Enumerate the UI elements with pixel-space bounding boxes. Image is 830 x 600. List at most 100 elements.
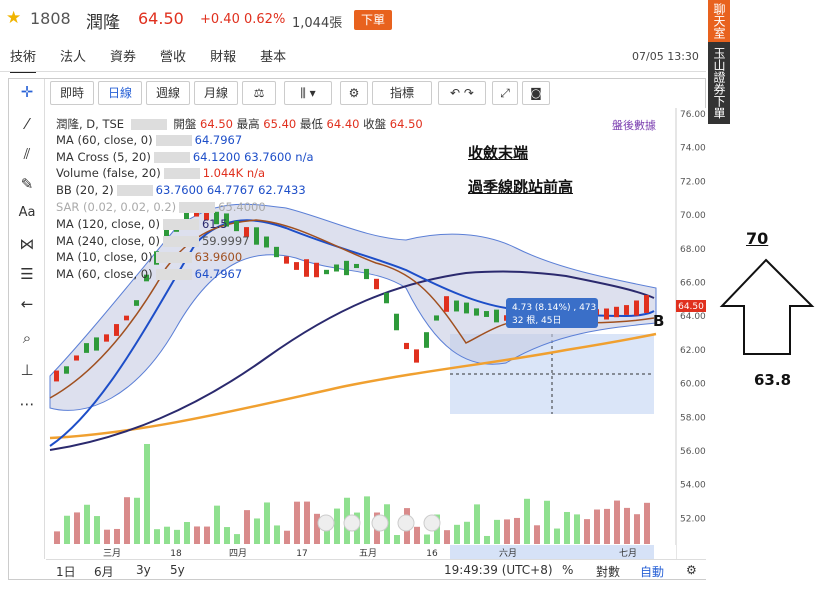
volume-bar — [304, 501, 310, 544]
candlestick — [64, 366, 69, 374]
range-1d-button[interactable]: 1日 — [56, 563, 76, 580]
volume-bar — [184, 521, 190, 544]
price-axis-label: 64.00 — [680, 312, 706, 322]
crosshair-icon[interactable]: ✛ — [15, 83, 39, 105]
volume-bar — [74, 512, 80, 544]
interval-monthly-button[interactable]: 月線 — [194, 81, 238, 105]
volume-bar — [224, 527, 230, 544]
candlestick — [364, 268, 369, 280]
range-3y-button[interactable]: 3y — [136, 563, 151, 577]
price-axis-label: 70.00 — [680, 211, 706, 221]
legend-macross-label: MA Cross (5, 20) — [56, 150, 151, 164]
tab-basic[interactable]: 基本 — [260, 46, 286, 73]
quote-datetime: 07/05 13:30 — [632, 50, 699, 63]
legend-bb: BB (20, 2) 63.7600 64.7767 62.7433 — [56, 183, 306, 197]
chart-type-dropdown[interactable]: ⫼ ▾ — [284, 81, 332, 105]
more-icon[interactable]: ⋯ — [15, 395, 39, 417]
volume-bar — [234, 534, 240, 544]
volume-bar — [534, 525, 540, 544]
volume-bar — [464, 521, 470, 544]
price-axis-label: 76.00 — [680, 110, 706, 120]
candlestick — [54, 370, 59, 382]
volume-bar — [264, 502, 270, 544]
indicators-button[interactable]: 指標 — [372, 81, 432, 105]
settings-gear-icon[interactable]: ⚙ — [340, 81, 368, 105]
fullscreen-icon[interactable]: ⤢ — [492, 81, 518, 105]
legend-sar-controls[interactable] — [179, 202, 216, 213]
price-axis-label: 68.00 — [680, 245, 706, 255]
range-6m-button[interactable]: 6月 — [94, 563, 114, 580]
chart-bottom-bar: 1日 6月 3y 5y 19:49:39 (UTC+8) % 對數 自動 ⚙ — [46, 559, 706, 579]
broker-order-tab[interactable]: 玉山證券下單 — [708, 42, 730, 124]
stock-code: 1808 — [30, 9, 71, 28]
pitchfork-icon[interactable]: ⫽ — [15, 145, 39, 167]
price-axis-label: 60.00 — [680, 380, 706, 390]
candlestick — [474, 308, 479, 316]
candlestick — [614, 306, 619, 318]
interval-weekly-button[interactable]: 週線 — [146, 81, 190, 105]
auto-toggle[interactable]: 自動 — [640, 563, 664, 580]
undo-redo-icon[interactable]: ↶ ↷ — [438, 81, 486, 105]
brush-icon[interactable]: ✎ — [15, 175, 39, 197]
legend-ma240-controls[interactable] — [162, 236, 199, 247]
scroll-left-icon[interactable] — [397, 514, 415, 532]
arrow-base-value: 63.8 — [754, 371, 792, 389]
tab-financials[interactable]: 財報 — [210, 46, 236, 73]
legend-ma10-controls[interactable] — [155, 252, 192, 263]
legend-volume-value: 1.044K n/a — [202, 166, 266, 180]
order-button[interactable]: 下單 — [354, 10, 392, 30]
reset-icon[interactable] — [371, 514, 389, 532]
text-tool-icon[interactable]: Aa — [15, 205, 39, 227]
zoom-icon[interactable]: ⌕ — [15, 329, 39, 351]
zoom-out-icon[interactable] — [317, 514, 335, 532]
trendline-icon[interactable]: ⁄ — [15, 115, 39, 137]
chart-toolbar: 即時 日線 週線 月線 ⚖ ⫼ ▾ ⚙ 指標 ↶ ↷ ⤢ ◙ — [46, 79, 706, 107]
low-value: 64.40 — [326, 117, 360, 131]
candlestick — [404, 342, 409, 350]
annotation-mark-b: B — [653, 312, 665, 330]
candlestick — [74, 355, 79, 361]
legend-volume-label: Volume (false, 20) — [56, 166, 161, 180]
volume-bar — [424, 534, 430, 544]
favorite-star-icon[interactable]: ★ — [6, 8, 21, 28]
indicators-label: 指標 — [389, 86, 414, 100]
legend-bb-controls[interactable] — [116, 185, 153, 196]
axis-settings-gear-icon[interactable]: ⚙ — [686, 563, 697, 577]
time-axis-label: 五月 — [359, 548, 377, 559]
candlestick — [284, 256, 289, 264]
legend-macross-controls[interactable] — [153, 152, 190, 163]
after-hours-label[interactable]: 盤後數據 — [612, 117, 656, 133]
range-5y-button[interactable]: 5y — [170, 563, 185, 577]
legend-volume-controls[interactable] — [163, 168, 200, 179]
tab-institutional[interactable]: 法人 — [60, 46, 86, 73]
pattern-icon[interactable]: ⋈ — [15, 235, 39, 257]
fibonacci-icon[interactable]: ☰ — [15, 265, 39, 287]
interval-daily-button[interactable]: 日線 — [98, 81, 142, 105]
chat-room-tab[interactable]: 聊天室 — [708, 0, 730, 42]
scroll-right-icon[interactable] — [423, 514, 441, 532]
log-toggle[interactable]: 對數 — [596, 563, 620, 580]
volume-bar — [634, 514, 640, 544]
annotation-converge: 收斂末端 — [468, 144, 529, 162]
legend-sar-label: SAR (0.02, 0.02, 0.2) — [56, 200, 177, 214]
zoom-in-icon[interactable] — [343, 514, 361, 532]
volume-bar — [244, 510, 250, 544]
measure-icon[interactable]: ⊥ — [15, 361, 39, 383]
arrow-left-icon[interactable]: ← — [15, 295, 39, 317]
time-axis-label: 16 — [426, 549, 438, 559]
tab-technical[interactable]: 技術 — [10, 46, 37, 73]
candlestick — [134, 300, 139, 306]
interval-realtime-button[interactable]: 即時 — [50, 81, 94, 105]
legend-ma120-controls[interactable] — [162, 219, 199, 230]
legend-ma60-controls[interactable] — [155, 135, 192, 146]
legend-controls[interactable] — [130, 119, 167, 130]
camera-icon[interactable]: ◙ — [522, 81, 550, 105]
tab-revenue[interactable]: 營收 — [160, 46, 186, 73]
legend-ma60-value: 64.7967 — [194, 133, 243, 147]
compare-scale-icon[interactable]: ⚖ — [242, 81, 276, 105]
legend-ma240-value: 59.9997 — [201, 234, 250, 248]
legend-ma60b-controls[interactable] — [155, 269, 192, 280]
tab-margin[interactable]: 資券 — [110, 46, 136, 73]
percent-toggle[interactable]: % — [562, 563, 573, 577]
legend-ma60b: MA (60, close, 0) 64.7967 — [56, 267, 242, 281]
